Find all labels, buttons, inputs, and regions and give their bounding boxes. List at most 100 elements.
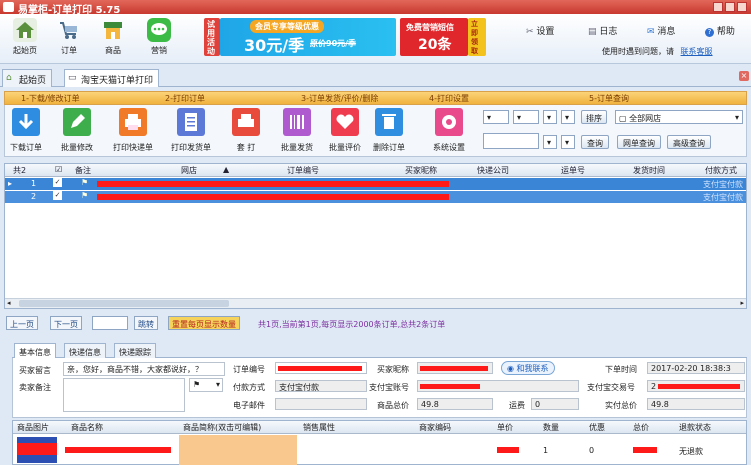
filter-select-3[interactable]: ▾ bbox=[543, 110, 557, 124]
print-express-label: 打印快递单 bbox=[113, 143, 153, 152]
shop-select-icon: ▢ bbox=[619, 114, 630, 123]
shop-select[interactable]: ▢ 全部网店 ▾ bbox=[615, 110, 743, 124]
scroll-right-icon[interactable]: ▸ bbox=[740, 299, 744, 307]
date-input[interactable] bbox=[483, 133, 539, 149]
flag-select[interactable]: ⚑ ▾ bbox=[189, 378, 223, 392]
cart-icon bbox=[57, 18, 81, 42]
batch-edit-button[interactable]: 批量修改 bbox=[55, 108, 99, 153]
goods-label: 商品 bbox=[105, 46, 121, 55]
messages-button[interactable]: ✉ 消息 bbox=[647, 24, 675, 37]
row-pay-method: 支付宝付款 bbox=[703, 193, 743, 202]
filter-select-1[interactable]: ▾ bbox=[483, 110, 509, 124]
chat-icon: ◉ bbox=[507, 364, 514, 373]
page-number-input[interactable] bbox=[92, 316, 128, 330]
log-button[interactable]: ▤ 日志 bbox=[588, 24, 617, 37]
order-no-field[interactable] bbox=[275, 362, 367, 374]
goods-button[interactable]: 商品 bbox=[96, 18, 130, 56]
shop-query-button[interactable]: 网单查询 bbox=[617, 135, 661, 149]
query-button[interactable]: 查询 bbox=[581, 135, 609, 149]
marketing-button[interactable]: 营销 bbox=[142, 18, 176, 56]
print-express-button[interactable]: 打印快递单 bbox=[109, 108, 157, 153]
maximize-button[interactable] bbox=[725, 2, 735, 12]
col-ship-time[interactable]: 发货时间 bbox=[633, 165, 665, 178]
tab-taobao-print[interactable]: ▭ 淘宝天猫订单打印 bbox=[64, 69, 160, 87]
table-row[interactable]: 1 0 无退款 bbox=[13, 435, 746, 465]
batch-ship-button[interactable]: 批量发货 bbox=[275, 108, 319, 153]
filter-select-5[interactable]: ▾ bbox=[543, 135, 557, 149]
system-settings-button[interactable]: 系统设置 bbox=[429, 108, 469, 153]
grid-header: 共2 ☑ 备注 网店 ▲ 订单编号 买家昵称 快递公司 运单号 发货时间 付款方… bbox=[5, 164, 746, 177]
next-page-button[interactable]: 下一页 bbox=[50, 316, 82, 330]
tab-taobao-print-label: 淘宝天猫订单打印 bbox=[81, 76, 154, 86]
batch-ship-label: 批量发货 bbox=[281, 143, 313, 152]
filter-select-4[interactable]: ▾ bbox=[561, 110, 575, 124]
sort-button[interactable]: 排序 bbox=[581, 110, 607, 124]
prev-page-button[interactable]: 上一页 bbox=[6, 316, 38, 330]
row-pay-method: 支付宝付款 bbox=[703, 180, 743, 189]
detail-panel: 买家留言 亲，您好，商品不错，大家都说好，？ 卖家备注 ⚑ ▾ 订单编号 付款方式… bbox=[12, 358, 747, 418]
tab-express-info[interactable]: 快递信息 bbox=[64, 343, 106, 358]
promo-side-tag[interactable]: 试用活动 bbox=[204, 18, 220, 56]
member-promo-banner[interactable]: 会员专享等级优惠 30元/季 原价90元/季 bbox=[220, 18, 396, 56]
batch-review-button[interactable]: 批量评价 bbox=[323, 108, 367, 153]
close-tab-icon[interactable]: × bbox=[739, 71, 749, 81]
buyer-msg-field[interactable]: 亲，您好，商品不错，大家都说好，？ bbox=[63, 362, 225, 376]
settings-button[interactable]: ✂ 设置 bbox=[526, 24, 554, 37]
chat-bubble-icon bbox=[147, 18, 171, 42]
scroll-left-icon[interactable]: ◂ bbox=[7, 299, 11, 307]
col-remark[interactable]: 备注 bbox=[75, 165, 91, 178]
batch-print-button[interactable]: 套 打 bbox=[227, 108, 265, 153]
advanced-query-button[interactable]: 高级查询 bbox=[667, 135, 711, 149]
download-icon bbox=[12, 108, 40, 136]
tab-basic-info[interactable]: 基本信息 bbox=[14, 343, 56, 358]
messages-label: 消息 bbox=[657, 27, 676, 37]
reset-page-size-button[interactable]: 重置每页显示数量 bbox=[168, 316, 240, 330]
close-button[interactable] bbox=[737, 2, 747, 12]
home-button[interactable]: 起始页 bbox=[8, 18, 42, 56]
row-checkbox[interactable]: ✓ bbox=[53, 191, 62, 200]
col-item-image: 商品图片 bbox=[17, 423, 49, 432]
jump-button[interactable]: 跳转 bbox=[134, 316, 158, 330]
item-short-cell[interactable] bbox=[179, 435, 297, 465]
col-order-no[interactable]: 订单编号 bbox=[287, 165, 319, 178]
horizontal-scrollbar[interactable]: ◂ ▸ bbox=[5, 298, 746, 308]
tab-home[interactable]: ⌂ 起始页 bbox=[2, 69, 53, 87]
col-pay-method[interactable]: 付款方式 bbox=[705, 165, 737, 178]
items-header: 商品图片 商品名称 商品简称(双击可编辑) 销售属性 商家编码 单价 数量 优惠… bbox=[13, 421, 746, 434]
sms-claim-button[interactable]: 立即领取 bbox=[468, 18, 486, 56]
help-button[interactable]: ? 帮助 bbox=[705, 24, 735, 37]
contact-support-link[interactable]: 联系客服 bbox=[681, 47, 713, 56]
contact-buyer-button[interactable]: ◉ 和我联系 bbox=[501, 361, 555, 375]
redacted-info bbox=[97, 194, 449, 200]
select-all-checkbox[interactable]: ☑ bbox=[55, 165, 62, 178]
delete-orders-button[interactable]: 删除订单 bbox=[369, 108, 409, 153]
tab-express-track[interactable]: 快递跟踪 bbox=[114, 343, 156, 358]
item-discount: 0 bbox=[589, 446, 595, 455]
scrollbar-thumb[interactable] bbox=[19, 300, 229, 307]
pay-method-field: 支付宝付款 bbox=[275, 380, 367, 392]
download-orders-button[interactable]: 下载订单 bbox=[9, 108, 43, 153]
redacted-price bbox=[497, 447, 519, 453]
print-invoice-button[interactable]: 打印发货单 bbox=[167, 108, 215, 153]
col-item-total: 总价 bbox=[633, 423, 649, 432]
col-express[interactable]: 快递公司 bbox=[477, 165, 509, 178]
minimize-button[interactable] bbox=[713, 2, 723, 12]
sms-promo-title: 免费营销短信 bbox=[406, 23, 454, 32]
col-buyer[interactable]: 买家昵称 bbox=[405, 165, 437, 178]
col-shop[interactable]: 网店 bbox=[181, 165, 197, 178]
col-waybill[interactable]: 运单号 bbox=[561, 165, 585, 178]
shop-icon bbox=[101, 18, 125, 42]
log-icon: ▤ bbox=[588, 27, 597, 37]
items-table: 商品图片 商品名称 商品简称(双击可编辑) 销售属性 商家编码 单价 数量 优惠… bbox=[12, 420, 747, 465]
print-invoice-label: 打印发货单 bbox=[171, 143, 211, 152]
seller-note-field[interactable] bbox=[63, 378, 185, 412]
row-checkbox[interactable]: ✓ bbox=[53, 178, 62, 187]
goods-total-label: 商品总价 bbox=[377, 401, 409, 410]
filter-select-2[interactable]: ▾ bbox=[513, 110, 539, 124]
filter-select-6[interactable]: ▾ bbox=[561, 135, 575, 149]
paid-total-field: 49.8 bbox=[647, 398, 745, 410]
orders-button[interactable]: 订单 bbox=[52, 18, 86, 56]
table-row[interactable]: ▸ 1 ✓ ⚑ 支付宝付款 bbox=[5, 178, 746, 190]
table-row[interactable]: 2 ✓ ⚑ 支付宝付款 bbox=[5, 191, 746, 203]
sms-promo-banner[interactable]: 免费营销短信 20条 bbox=[400, 18, 468, 56]
